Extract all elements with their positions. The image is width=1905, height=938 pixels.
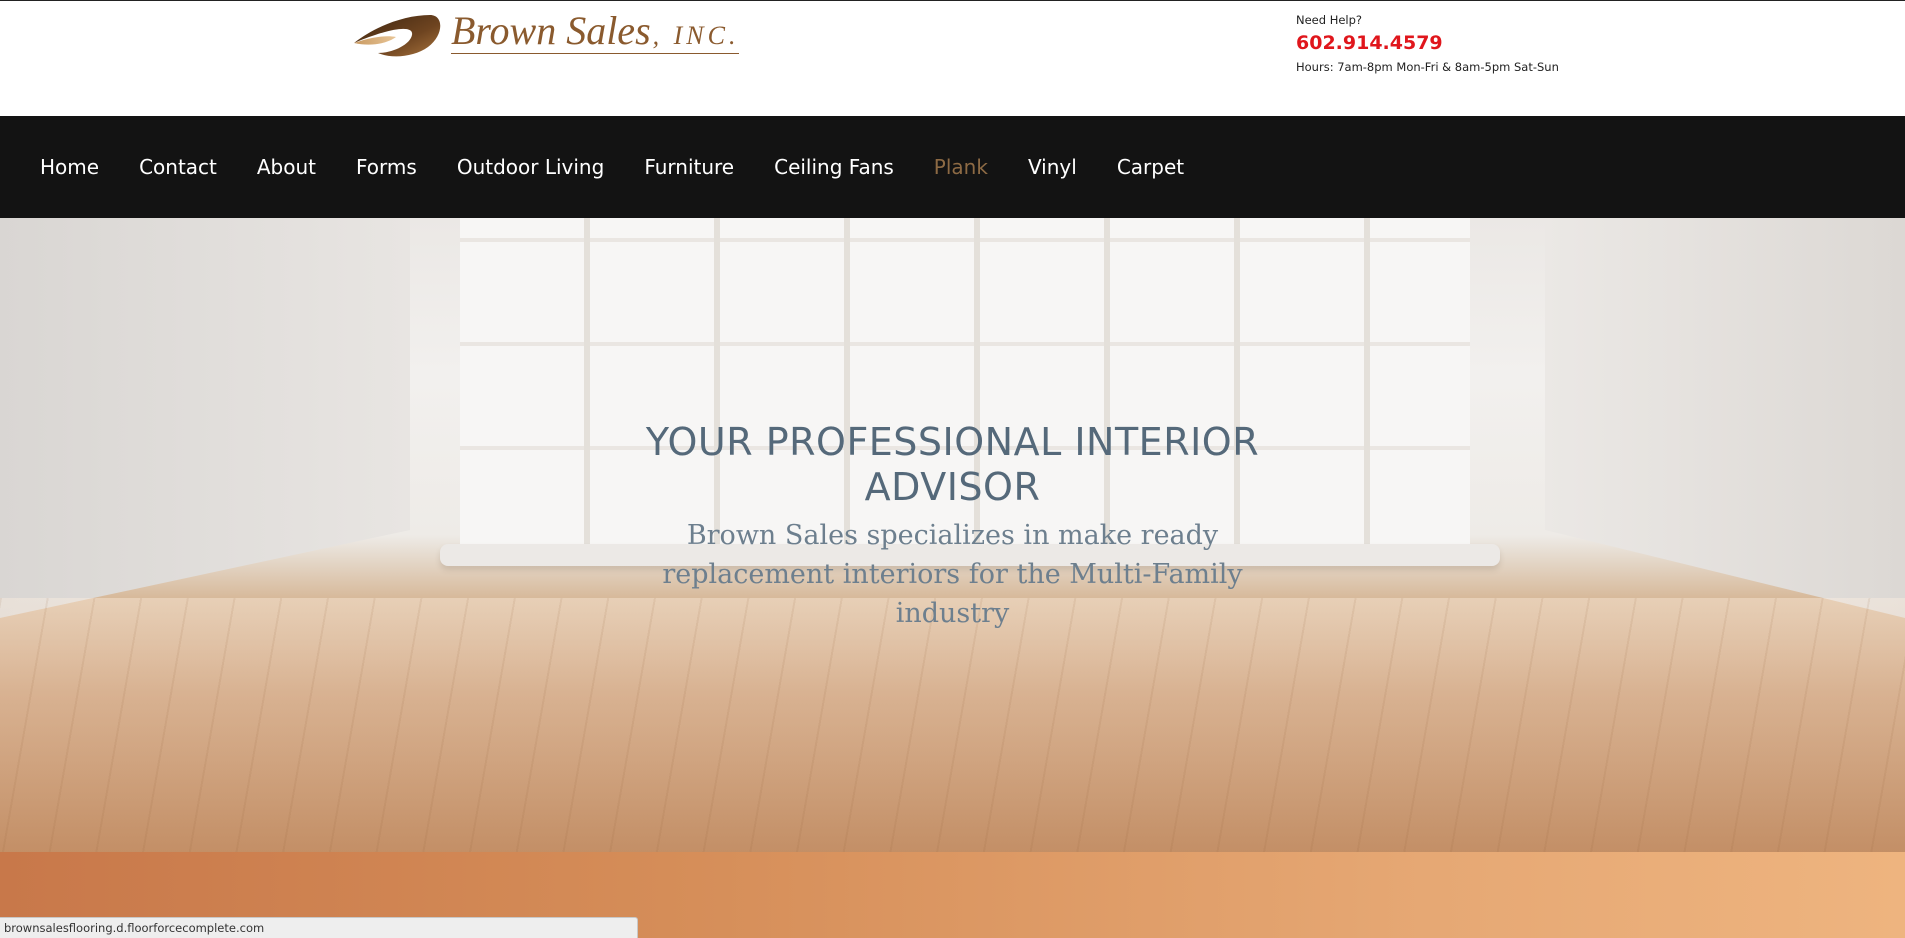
hero-background-floor [0, 598, 1905, 852]
hero-text: YOUR PROFESSIONAL INTERIOR ADVISOR Brown… [0, 420, 1905, 633]
logo-wordmark: Brown Sales, INC. [451, 8, 740, 54]
nav-item-carpet[interactable]: Carpet [1117, 155, 1184, 179]
site-header: Brown Sales, INC. Need Help? 602.914.457… [0, 0, 1905, 116]
logo-suffix: , INC. [652, 21, 740, 50]
logo-swoosh-icon [354, 15, 441, 57]
nav-item-contact[interactable]: Contact [139, 155, 217, 179]
nav-item-plank[interactable]: Plank [934, 155, 988, 179]
brown-sales-logo[interactable]: Brown Sales, INC. [352, 9, 752, 61]
nav-item-forms[interactable]: Forms [356, 155, 417, 179]
nav-item-outdoor-living[interactable]: Outdoor Living [457, 155, 604, 179]
nav-list: Home Contact About Forms Outdoor Living … [40, 116, 1224, 218]
nav-item-furniture[interactable]: Furniture [644, 155, 734, 179]
hero-subtitle: Brown Sales specializes in make ready re… [662, 520, 1243, 629]
hero-title: YOUR PROFESSIONAL INTERIOR ADVISOR [645, 420, 1260, 509]
logo-name: Brown Sales [451, 8, 651, 53]
nav-item-home[interactable]: Home [40, 155, 99, 179]
business-hours: Hours: 7am-8pm Mon-Fri & 8am-5pm Sat-Sun [1296, 60, 1559, 74]
help-block: Need Help? 602.914.4579 Hours: 7am-8pm M… [1296, 13, 1559, 74]
nav-item-about[interactable]: About [257, 155, 316, 179]
nav-item-ceiling-fans[interactable]: Ceiling Fans [774, 155, 894, 179]
need-help-label: Need Help? [1296, 13, 1363, 27]
status-url-bar: brownsalesflooring.d.floorforcecomplete.… [0, 917, 638, 938]
hero-banner: YOUR PROFESSIONAL INTERIOR ADVISOR Brown… [0, 218, 1905, 852]
phone-number-link[interactable]: 602.914.4579 [1296, 32, 1559, 54]
nav-item-vinyl[interactable]: Vinyl [1028, 155, 1077, 179]
main-nav: Home Contact About Forms Outdoor Living … [0, 116, 1905, 218]
